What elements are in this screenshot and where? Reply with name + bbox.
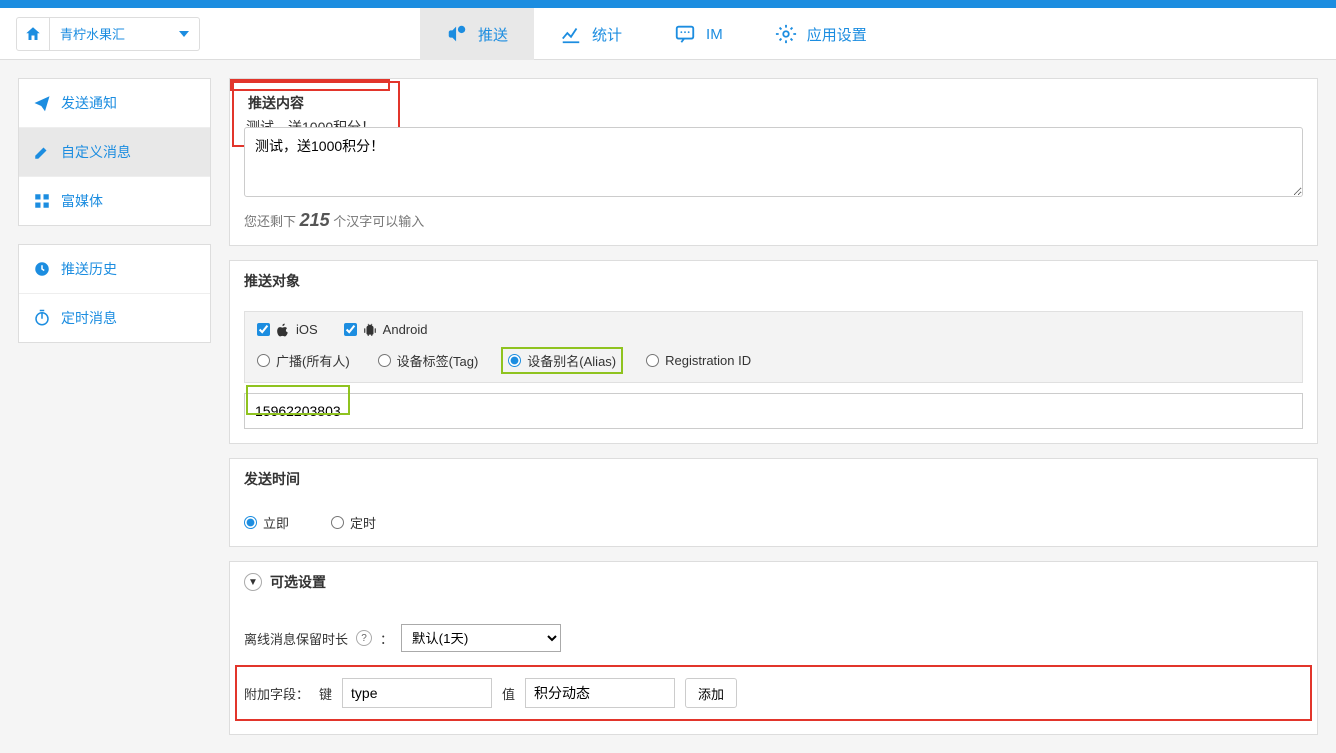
toggle-optional-button[interactable]: ▼ bbox=[244, 573, 262, 591]
tab-im-label: IM bbox=[706, 26, 723, 43]
char-counter: 您还剩下 215 个汉字可以输入 bbox=[244, 210, 1303, 231]
chart-icon bbox=[560, 23, 582, 45]
grid-icon bbox=[33, 192, 51, 210]
radio-scheduled[interactable]: 定时 bbox=[331, 513, 376, 532]
tab-push[interactable]: 推送 bbox=[420, 8, 534, 60]
ttl-select[interactable]: 默认(1天) bbox=[401, 624, 561, 652]
alias-input[interactable] bbox=[244, 393, 1303, 429]
edit-icon bbox=[33, 143, 51, 161]
nav-tabs: 推送 统计 IM 应用设置 bbox=[420, 8, 893, 59]
sidebar-item-rich-media[interactable]: 富媒体 bbox=[19, 176, 210, 225]
extra-value-input[interactable] bbox=[525, 678, 675, 708]
push-target-card: 推送对象 iOS Android bbox=[229, 260, 1318, 444]
help-icon[interactable]: ? bbox=[356, 630, 372, 646]
radio-broadcast[interactable]: 广播(所有人) bbox=[257, 351, 350, 370]
home-icon[interactable] bbox=[16, 17, 50, 51]
sidebar-item-history[interactable]: 推送历史 bbox=[19, 245, 210, 293]
val-label: 值 bbox=[502, 684, 515, 703]
ttl-label: 离线消息保留时长 bbox=[244, 629, 348, 648]
push-target-title: 推送对象 bbox=[230, 261, 1317, 301]
sidebar-item-send-notify[interactable]: 发送通知 bbox=[19, 79, 210, 127]
header-bar: 青柠水果汇 推送 统计 IM 应用设置 bbox=[0, 8, 1336, 60]
platform-ios[interactable]: iOS bbox=[257, 322, 318, 337]
tab-settings-label: 应用设置 bbox=[807, 24, 867, 45]
extra-key-input[interactable] bbox=[342, 678, 492, 708]
send-time-title: 发送时间 bbox=[230, 459, 1317, 499]
chat-icon bbox=[674, 23, 696, 45]
sidebar-item-label: 富媒体 bbox=[61, 191, 103, 211]
add-extra-button[interactable]: 添加 bbox=[685, 678, 737, 708]
app-select[interactable]: 青柠水果汇 bbox=[50, 17, 200, 51]
radio-now[interactable]: 立即 bbox=[244, 513, 289, 532]
tab-stats-label: 统计 bbox=[592, 24, 622, 45]
sidebar-item-custom-msg[interactable]: 自定义消息 bbox=[19, 127, 210, 176]
platform-android[interactable]: Android bbox=[344, 322, 428, 337]
tab-im[interactable]: IM bbox=[648, 8, 749, 60]
apple-icon bbox=[276, 323, 290, 337]
send-time-card: 发送时间 立即 定时 bbox=[229, 458, 1318, 547]
tab-push-label: 推送 bbox=[478, 24, 508, 45]
key-label: 键 bbox=[319, 684, 332, 703]
android-icon bbox=[363, 323, 377, 337]
paper-plane-icon bbox=[33, 94, 51, 112]
main-content: 推送内容 测试，送1000积分！ 推送内容 您还剩下 215 个汉字可以输入 推… bbox=[229, 78, 1318, 735]
sidebar-item-label: 发送通知 bbox=[61, 93, 117, 113]
tab-stats[interactable]: 统计 bbox=[534, 8, 648, 60]
radio-alias[interactable]: 设备别名(Alias) bbox=[508, 351, 616, 370]
push-content-input[interactable] bbox=[244, 127, 1303, 197]
android-checkbox[interactable] bbox=[344, 323, 357, 336]
push-content-card: 推送内容 测试，送1000积分！ 推送内容 您还剩下 215 个汉字可以输入 bbox=[229, 78, 1318, 246]
app-switcher[interactable]: 青柠水果汇 bbox=[16, 8, 200, 59]
chevron-down-icon bbox=[179, 31, 189, 37]
radio-regid[interactable]: Registration ID bbox=[646, 353, 751, 368]
sidebar-item-label: 定时消息 bbox=[61, 308, 117, 328]
radio-tag[interactable]: 设备标签(Tag) bbox=[378, 351, 479, 370]
extra-field-label: 附加字段： bbox=[244, 684, 309, 703]
ios-checkbox[interactable] bbox=[257, 323, 270, 336]
gear-icon bbox=[775, 23, 797, 45]
sidebar-item-scheduled[interactable]: 定时消息 bbox=[19, 293, 210, 342]
tab-settings[interactable]: 应用设置 bbox=[749, 8, 893, 60]
sidebar: 发送通知 自定义消息 富媒体 推送历史 定时消息 bbox=[18, 78, 211, 343]
megaphone-icon bbox=[446, 23, 468, 45]
timer-icon bbox=[33, 309, 51, 327]
optional-settings-title: 可选设置 bbox=[270, 572, 326, 592]
clock-icon bbox=[33, 260, 51, 278]
sidebar-item-label: 推送历史 bbox=[61, 259, 117, 279]
sidebar-item-label: 自定义消息 bbox=[61, 142, 131, 162]
optional-settings-card: ▼ 可选设置 离线消息保留时长 ? ： 默认(1天) 附加字段： 键 值 bbox=[229, 561, 1318, 735]
app-name-label: 青柠水果汇 bbox=[60, 24, 125, 43]
